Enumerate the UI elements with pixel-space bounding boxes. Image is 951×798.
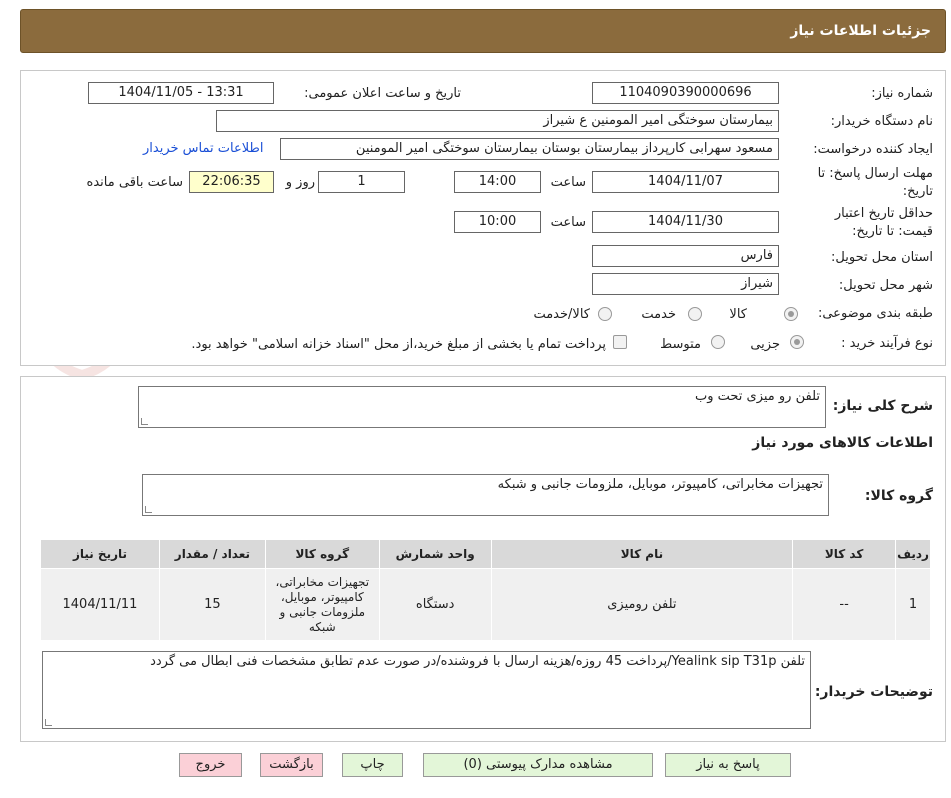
print-button[interactable]: چاپ [342,753,403,777]
requester-field: مسعود سهرابی کارپرداز بیمارستان بوستان ب… [280,138,779,160]
province-label: استان محل تحویل: [831,250,933,265]
deadline-label-line2: تاریخ: [902,184,933,199]
table-row: 1 -- تلفن رومیزی دستگاه تجهیزات مخابراتی… [40,568,931,641]
process-option-medium: متوسط [660,337,701,352]
cell-name: تلفن رومیزی [490,568,794,641]
announce-label: تاریخ و ساعت اعلان عمومی: [304,86,461,101]
description-textarea[interactable]: تلفن رو میزی تحت وب [138,386,826,428]
buyer-notes-label: توضیحات خریدار: [814,684,933,700]
deadline-time-field: 14:00 [454,171,541,193]
city-label: شهر محل تحویل: [838,278,933,293]
col-name: نام کالا [490,539,794,569]
category-radio-goods[interactable] [784,307,798,321]
buyer-org-label: نام دستگاه خریدار: [830,114,933,129]
process-option-minor: جزیی [750,337,780,352]
reply-button[interactable]: پاسخ به نیاز [665,753,791,777]
category-radio-goods-service[interactable] [598,307,612,321]
category-radio-service[interactable] [688,307,702,321]
validity-label-line1: حداقل تاریخ اعتبار [834,206,933,221]
city-field: شیراز [592,273,779,295]
validity-label-line2: قیمت: تا تاریخ: [852,224,933,239]
treasury-checkbox[interactable] [613,335,627,349]
buyer-notes-text: تلفن Yealink sip T31p/پرداخت 45 روزه/هزی… [150,654,805,669]
days-label: روز و [285,175,315,190]
cell-unit: دستگاه [378,568,492,641]
validity-date-field: 1404/11/30 [592,211,779,233]
validity-time-field: 10:00 [454,211,541,233]
days-field: 1 [318,171,405,193]
announce-date-field: 1404/11/05 - 13:31 [88,82,274,104]
cell-date: 1404/11/11 [40,568,160,641]
cell-row: 1 [895,568,931,641]
description-label: شرح کلی نیاز: [832,398,933,414]
cell-code: -- [792,568,897,641]
category-option-goods-service: کالا/خدمت [533,307,590,322]
deadline-label-line1: مهلت ارسال پاسخ: تا [817,166,933,181]
cell-qty: 15 [158,568,266,641]
need-number-field: 1104090390000696 [592,82,779,104]
need-number-label: شماره نیاز: [871,86,933,101]
process-label: نوع فرآیند خرید : [841,336,933,351]
goods-group-text: تجهیزات مخابراتی، کامپیوتر، موبایل، ملزو… [497,477,823,492]
goods-group-label: گروه کالا: [864,488,933,504]
process-radio-minor[interactable] [790,335,804,349]
col-row: ردیف [895,539,931,569]
treasury-note: پرداخت تمام یا بخشی از مبلغ خرید،از محل … [191,337,606,352]
back-button[interactable]: بازگشت [260,753,323,777]
goods-table: ردیف کد کالا نام کالا واحد شمارش گروه کا… [40,539,931,641]
goods-group-textarea[interactable]: تجهیزات مخابراتی، کامپیوتر، موبایل، ملزو… [142,474,829,516]
goods-info-title: اطلاعات کالاهای مورد نیاز [752,435,933,451]
attachments-button[interactable]: مشاهده مدارک پیوستی (0) [423,753,653,777]
exit-button[interactable]: خروج [179,753,242,777]
table-header-row: ردیف کد کالا نام کالا واحد شمارش گروه کا… [40,539,931,569]
process-radio-medium[interactable] [711,335,725,349]
category-label: طبقه بندی موضوعی: [817,306,933,321]
category-option-goods: کالا [729,307,747,322]
remaining-label: ساعت باقی مانده [86,175,183,190]
col-qty: تعداد / مقدار [158,539,266,569]
buyer-contact-link[interactable]: اطلاعات تماس خریدار [143,141,263,156]
validity-time-label: ساعت [550,215,586,230]
cell-group: تجهیزات مخابراتی، کامپیوتر، موبایل، ملزو… [264,568,380,641]
buyer-org-field: بیمارستان سوختگی امیر المومنین ع شیراز [216,110,779,132]
col-date: تاریخ نیاز [40,539,160,569]
deadline-date-field: 1404/11/07 [592,171,779,193]
category-option-service: خدمت [641,307,676,322]
col-code: کد کالا [792,539,897,569]
col-group: گروه کالا [264,539,380,569]
page-title: جزئیات اطلاعات نیاز [790,23,931,39]
col-unit: واحد شمارش [378,539,492,569]
province-field: فارس [592,245,779,267]
buyer-notes-textarea[interactable]: تلفن Yealink sip T31p/پرداخت 45 روزه/هزی… [42,651,811,729]
page-header: جزئیات اطلاعات نیاز [20,9,946,53]
description-text: تلفن رو میزی تحت وب [694,389,820,404]
remaining-time-field: 22:06:35 [189,171,274,193]
requester-label: ایجاد کننده درخواست: [813,142,933,157]
deadline-time-label: ساعت [550,175,586,190]
